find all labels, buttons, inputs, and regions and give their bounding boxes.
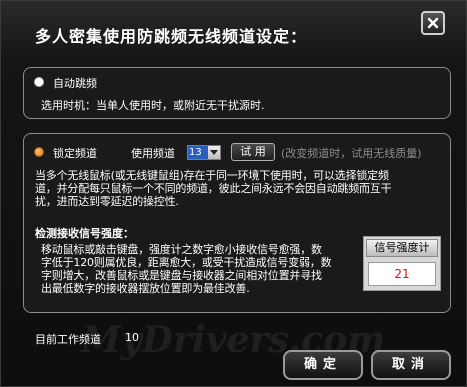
lock-description: 当多个无线鼠标(或无线键鼠组)存在于同一环境下使用时，可以选择锁定频 道，并分配每… bbox=[35, 169, 392, 208]
use-channel-label: 使用频道 bbox=[131, 147, 175, 160]
auto-hop-description: 选用时机：当单人使用时，或附近无干扰源时. bbox=[41, 99, 265, 112]
current-channel-value: 10 bbox=[125, 331, 139, 344]
signal-description-line: 字低于120则属优良，距离愈大，或受干扰造成信号变弱，数 bbox=[41, 256, 332, 269]
lock-description-line: 当多个无线鼠标(或无线键鼠组)存在于同一环境下使用时，可以选择锁定频 bbox=[35, 169, 389, 182]
signal-description-line: 出最低数字的接收器摆放位置即为最佳改善. bbox=[41, 282, 250, 295]
signal-heading: 检测接收信号强度： bbox=[35, 227, 134, 240]
signal-meter-value: 21 bbox=[368, 262, 436, 286]
current-channel-label: 目前工作频道 bbox=[35, 333, 101, 346]
signal-description-line: 移动鼠标或敲击键盘，强度计之数字愈小接收信号愈强，数 bbox=[41, 243, 322, 256]
lock-channel-radio[interactable] bbox=[34, 147, 44, 157]
signal-meter: 信号强度计 21 bbox=[363, 236, 441, 291]
chevron-down-icon bbox=[208, 146, 220, 159]
dialog-title: 多人密集使用防跳频无线频道设定： bbox=[35, 27, 308, 46]
ok-button[interactable]: 确定 bbox=[283, 350, 363, 380]
signal-description: 移动鼠标或敲击键盘，强度计之数字愈小接收信号愈强，数 字低于120则属优良，距离愈… bbox=[41, 243, 332, 295]
lock-description-line: 道，并分配每只鼠标一个不同的频道，彼此之间永远不会因自动跳频而互干 bbox=[35, 182, 392, 195]
auto-hop-radio[interactable] bbox=[34, 77, 44, 87]
signal-meter-title: 信号强度计 bbox=[366, 239, 438, 257]
settings-dialog: 多人密集使用防跳频无线频道设定： 自动跳频 选用时机：当单人使用时，或附近无干扰… bbox=[0, 0, 467, 387]
signal-description-line: 字则增大，改善鼠标或是键盘与接收器之间相对位置并寻找 bbox=[41, 269, 322, 282]
try-button[interactable]: 试 用 bbox=[231, 143, 275, 161]
channel-select-value: 13 bbox=[188, 146, 208, 159]
cancel-button[interactable]: 取消 bbox=[371, 350, 451, 380]
close-button[interactable] bbox=[421, 11, 445, 35]
channel-select[interactable]: 13 bbox=[187, 145, 221, 160]
auto-hop-label[interactable]: 自动跳频 bbox=[53, 75, 97, 91]
close-icon bbox=[427, 17, 439, 29]
try-hint: (改变频道时，试用无线质量) bbox=[281, 147, 422, 160]
lock-description-line: 扰，进而达到零延迟的操控性. bbox=[35, 195, 179, 208]
lock-channel-label[interactable]: 锁定频道 bbox=[53, 145, 97, 161]
